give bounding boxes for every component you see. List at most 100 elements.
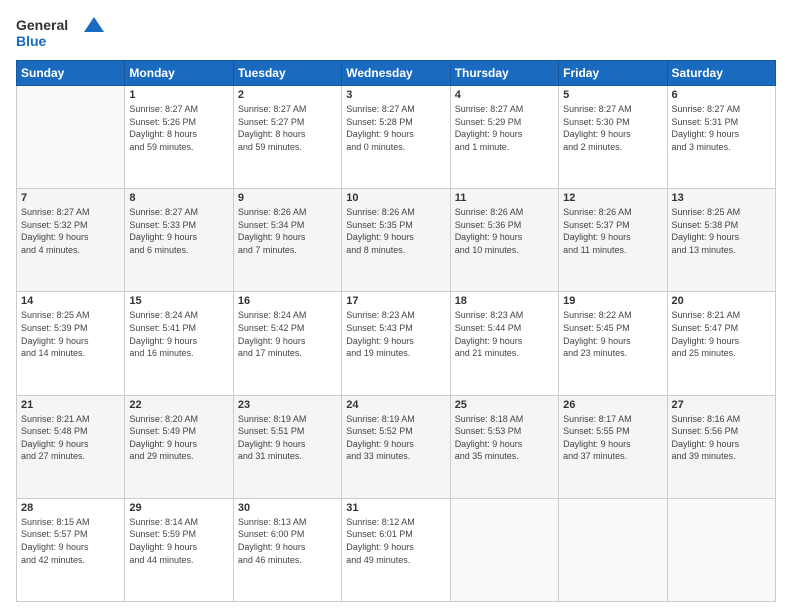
day-number: 6 xyxy=(672,89,771,101)
calendar-cell xyxy=(667,498,775,601)
calendar-cell: 20 Sunrise: 8:21 AMSunset: 5:47 PMDayligh… xyxy=(667,292,775,395)
day-info: Sunrise: 8:19 AMSunset: 5:51 PMDaylight:… xyxy=(238,413,337,463)
calendar-cell: 23 Sunrise: 8:19 AMSunset: 5:51 PMDayligh… xyxy=(233,395,341,498)
day-info: Sunrise: 8:26 AMSunset: 5:37 PMDaylight:… xyxy=(563,206,662,256)
day-number: 1 xyxy=(129,89,228,101)
day-info: Sunrise: 8:27 AMSunset: 5:31 PMDaylight:… xyxy=(672,103,771,153)
day-number: 31 xyxy=(346,502,445,514)
calendar-cell: 28 Sunrise: 8:15 AMSunset: 5:57 PMDayligh… xyxy=(17,498,125,601)
day-info: Sunrise: 8:26 AMSunset: 5:34 PMDaylight:… xyxy=(238,206,337,256)
day-number: 15 xyxy=(129,295,228,307)
day-info: Sunrise: 8:27 AMSunset: 5:30 PMDaylight:… xyxy=(563,103,662,153)
day-of-week-header: Wednesday xyxy=(342,61,450,86)
day-info: Sunrise: 8:20 AMSunset: 5:49 PMDaylight:… xyxy=(129,413,228,463)
day-number: 14 xyxy=(21,295,120,307)
calendar-cell: 1 Sunrise: 8:27 AMSunset: 5:26 PMDaylight… xyxy=(125,86,233,189)
day-of-week-header: Tuesday xyxy=(233,61,341,86)
day-number: 19 xyxy=(563,295,662,307)
day-info: Sunrise: 8:16 AMSunset: 5:56 PMDaylight:… xyxy=(672,413,771,463)
logo: General Blue xyxy=(16,12,106,52)
day-number: 21 xyxy=(21,399,120,411)
day-number: 28 xyxy=(21,502,120,514)
day-info: Sunrise: 8:15 AMSunset: 5:57 PMDaylight:… xyxy=(21,516,120,566)
day-number: 3 xyxy=(346,89,445,101)
day-number: 8 xyxy=(129,192,228,204)
calendar-cell: 6 Sunrise: 8:27 AMSunset: 5:31 PMDaylight… xyxy=(667,86,775,189)
day-of-week-header: Monday xyxy=(125,61,233,86)
calendar-cell: 22 Sunrise: 8:20 AMSunset: 5:49 PMDayligh… xyxy=(125,395,233,498)
calendar-cell: 25 Sunrise: 8:18 AMSunset: 5:53 PMDayligh… xyxy=(450,395,558,498)
day-info: Sunrise: 8:24 AMSunset: 5:41 PMDaylight:… xyxy=(129,309,228,359)
day-number: 29 xyxy=(129,502,228,514)
day-number: 12 xyxy=(563,192,662,204)
day-number: 23 xyxy=(238,399,337,411)
logo-svg: General Blue xyxy=(16,12,106,52)
day-number: 25 xyxy=(455,399,554,411)
calendar-cell: 12 Sunrise: 8:26 AMSunset: 5:37 PMDayligh… xyxy=(559,189,667,292)
day-info: Sunrise: 8:18 AMSunset: 5:53 PMDaylight:… xyxy=(455,413,554,463)
calendar-cell: 8 Sunrise: 8:27 AMSunset: 5:33 PMDaylight… xyxy=(125,189,233,292)
day-info: Sunrise: 8:27 AMSunset: 5:32 PMDaylight:… xyxy=(21,206,120,256)
day-info: Sunrise: 8:26 AMSunset: 5:36 PMDaylight:… xyxy=(455,206,554,256)
day-number: 27 xyxy=(672,399,771,411)
calendar-header-row: SundayMondayTuesdayWednesdayThursdayFrid… xyxy=(17,61,776,86)
calendar-cell: 21 Sunrise: 8:21 AMSunset: 5:48 PMDayligh… xyxy=(17,395,125,498)
calendar-cell: 26Sunrise: 8:17 AMSunset: 5:55 PMDayligh… xyxy=(559,395,667,498)
day-info: Sunrise: 8:12 AMSunset: 6:01 PMDaylight:… xyxy=(346,516,445,566)
calendar-table: SundayMondayTuesdayWednesdayThursdayFrid… xyxy=(16,60,776,602)
calendar-cell: 19 Sunrise: 8:22 AMSunset: 5:45 PMDayligh… xyxy=(559,292,667,395)
calendar-cell: 13 Sunrise: 8:25 AMSunset: 5:38 PMDayligh… xyxy=(667,189,775,292)
day-info: Sunrise: 8:21 AMSunset: 5:48 PMDaylight:… xyxy=(21,413,120,463)
calendar-cell: 17Sunrise: 8:23 AMSunset: 5:43 PMDayligh… xyxy=(342,292,450,395)
day-info: Sunrise: 8:27 AMSunset: 5:33 PMDaylight:… xyxy=(129,206,228,256)
day-info: Sunrise: 8:27 AMSunset: 5:26 PMDaylight:… xyxy=(129,103,228,153)
day-of-week-header: Thursday xyxy=(450,61,558,86)
day-info: Sunrise: 8:25 AMSunset: 5:39 PMDaylight:… xyxy=(21,309,120,359)
day-info: Sunrise: 8:22 AMSunset: 5:45 PMDaylight:… xyxy=(563,309,662,359)
calendar-cell xyxy=(559,498,667,601)
calendar-cell: 7 Sunrise: 8:27 AMSunset: 5:32 PMDaylight… xyxy=(17,189,125,292)
calendar-cell xyxy=(17,86,125,189)
day-of-week-header: Friday xyxy=(559,61,667,86)
day-info: Sunrise: 8:19 AMSunset: 5:52 PMDaylight:… xyxy=(346,413,445,463)
day-number: 5 xyxy=(563,89,662,101)
calendar-cell: 30Sunrise: 8:13 AMSunset: 6:00 PMDayligh… xyxy=(233,498,341,601)
calendar-cell: 16 Sunrise: 8:24 AMSunset: 5:42 PMDayligh… xyxy=(233,292,341,395)
day-number: 18 xyxy=(455,295,554,307)
day-number: 30 xyxy=(238,502,337,514)
calendar-cell: 18 Sunrise: 8:23 AMSunset: 5:44 PMDayligh… xyxy=(450,292,558,395)
day-info: Sunrise: 8:25 AMSunset: 5:38 PMDaylight:… xyxy=(672,206,771,256)
day-number: 9 xyxy=(238,192,337,204)
day-number: 17 xyxy=(346,295,445,307)
day-info: Sunrise: 8:27 AMSunset: 5:29 PMDaylight:… xyxy=(455,103,554,153)
day-info: Sunrise: 8:27 AMSunset: 5:27 PMDaylight:… xyxy=(238,103,337,153)
day-number: 22 xyxy=(129,399,228,411)
calendar-cell xyxy=(450,498,558,601)
svg-text:General: General xyxy=(16,17,68,33)
calendar-cell: 15 Sunrise: 8:24 AMSunset: 5:41 PMDayligh… xyxy=(125,292,233,395)
day-number: 13 xyxy=(672,192,771,204)
day-number: 16 xyxy=(238,295,337,307)
day-info: Sunrise: 8:23 AMSunset: 5:44 PMDaylight:… xyxy=(455,309,554,359)
day-of-week-header: Sunday xyxy=(17,61,125,86)
day-number: 26 xyxy=(563,399,662,411)
day-number: 20 xyxy=(672,295,771,307)
calendar-cell: 11 Sunrise: 8:26 AMSunset: 5:36 PMDayligh… xyxy=(450,189,558,292)
day-info: Sunrise: 8:24 AMSunset: 5:42 PMDaylight:… xyxy=(238,309,337,359)
day-number: 7 xyxy=(21,192,120,204)
calendar-cell: 10Sunrise: 8:26 AMSunset: 5:35 PMDayligh… xyxy=(342,189,450,292)
day-info: Sunrise: 8:27 AMSunset: 5:28 PMDaylight:… xyxy=(346,103,445,153)
calendar-cell: 24 Sunrise: 8:19 AMSunset: 5:52 PMDayligh… xyxy=(342,395,450,498)
day-info: Sunrise: 8:21 AMSunset: 5:47 PMDaylight:… xyxy=(672,309,771,359)
calendar-cell: 5 Sunrise: 8:27 AMSunset: 5:30 PMDaylight… xyxy=(559,86,667,189)
day-number: 24 xyxy=(346,399,445,411)
day-number: 11 xyxy=(455,192,554,204)
calendar-cell: 29Sunrise: 8:14 AMSunset: 5:59 PMDayligh… xyxy=(125,498,233,601)
day-number: 2 xyxy=(238,89,337,101)
calendar-cell: 2 Sunrise: 8:27 AMSunset: 5:27 PMDaylight… xyxy=(233,86,341,189)
svg-text:Blue: Blue xyxy=(16,33,47,49)
calendar-cell: 9 Sunrise: 8:26 AMSunset: 5:34 PMDaylight… xyxy=(233,189,341,292)
calendar-cell: 4Sunrise: 8:27 AMSunset: 5:29 PMDaylight… xyxy=(450,86,558,189)
day-info: Sunrise: 8:26 AMSunset: 5:35 PMDaylight:… xyxy=(346,206,445,256)
page-header: General Blue xyxy=(16,12,776,52)
